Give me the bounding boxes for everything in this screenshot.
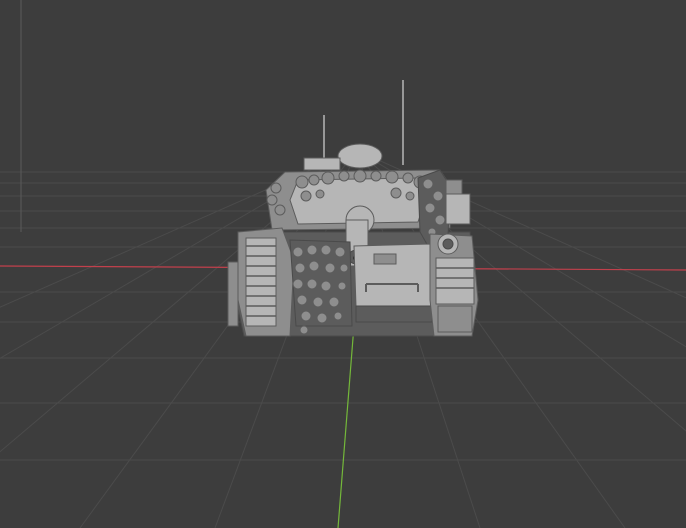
- driver-visor: [373, 253, 397, 265]
- headlight-lens: [442, 238, 454, 250]
- front-glacis-plate: [353, 243, 433, 307]
- left-spare-tracks: [245, 237, 277, 327]
- turret-box: [303, 157, 341, 171]
- right-track-front: [437, 305, 473, 333]
- side-storage-box: [445, 193, 471, 225]
- side-storage-lid: [445, 179, 463, 195]
- lower-front-plate: [355, 305, 433, 323]
- right-storage-bin: [435, 257, 475, 305]
- 3d-viewport[interactable]: [0, 0, 686, 528]
- left-tool-rack: [227, 261, 239, 327]
- commander-hatch: [337, 143, 383, 169]
- viewport-canvas[interactable]: [0, 0, 686, 528]
